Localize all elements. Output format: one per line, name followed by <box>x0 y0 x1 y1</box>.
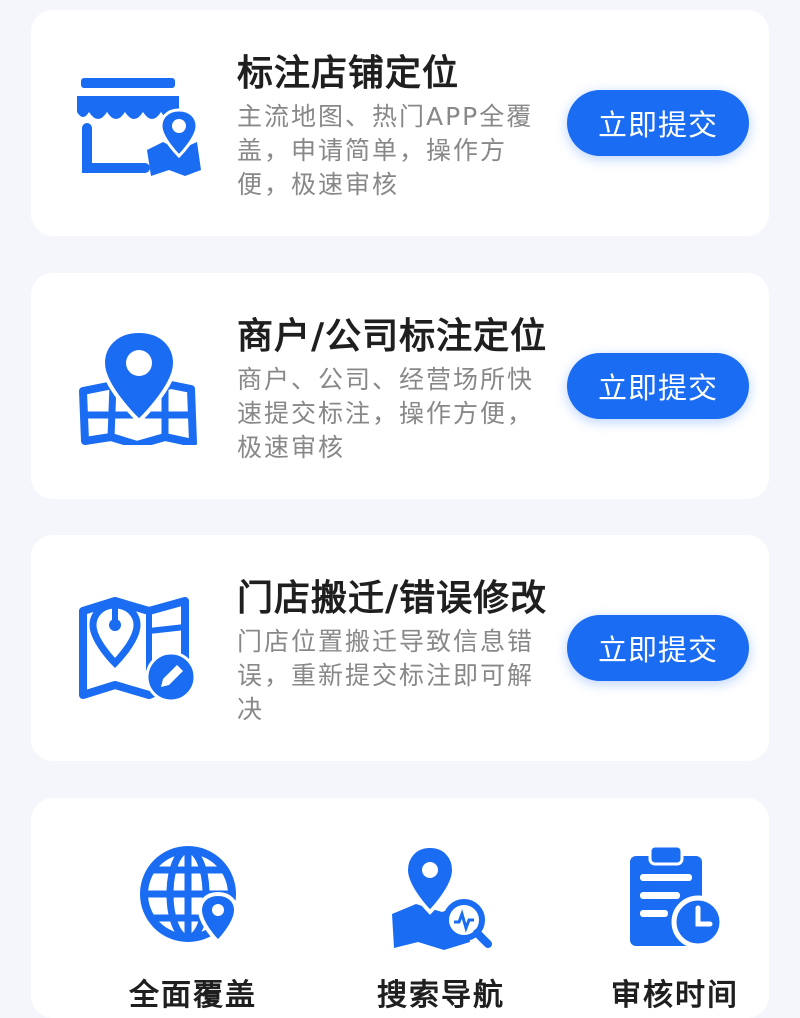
storefront-location-icon <box>75 66 205 182</box>
map-pin-icon <box>75 329 205 445</box>
globe-location-icon <box>138 842 248 952</box>
service-card-merchant-location: 商户/公司标注定位 商户、公司、经营场所快速提交标注，操作方便，极速审核 立即提… <box>31 273 769 499</box>
service-card-store-location: 标注店铺定位 主流地图、热门APP全覆盖，申请简单，操作方便，极速审核 立即提交 <box>31 10 769 236</box>
card-description: 门店位置搬迁导致信息错误，重新提交标注即可解决 <box>237 627 535 724</box>
card-description: 主流地图、热门APP全覆盖，申请简单，操作方便，极速审核 <box>237 102 534 199</box>
feature-review-time: 审核时间 <box>575 842 775 1014</box>
service-card-relocation-fix: 门店搬迁/错误修改 门店位置搬迁导致信息错误，重新提交标注即可解决 立即提交 <box>31 535 769 761</box>
features-card: 全面覆盖 搜索导航 审核时间 <box>31 798 769 1018</box>
submit-button-store-location[interactable]: 立即提交 <box>567 90 749 156</box>
card-title: 商户/公司标注定位 <box>237 316 548 357</box>
feature-label: 全面覆盖 <box>129 978 257 1013</box>
card-title: 标注店铺定位 <box>237 53 460 94</box>
map-edit-icon <box>75 591 205 707</box>
submit-button-merchant-location[interactable]: 立即提交 <box>567 353 749 419</box>
feature-label: 审核时间 <box>611 978 739 1013</box>
card-title: 门店搬迁/错误修改 <box>237 578 548 619</box>
submit-button-relocation-fix[interactable]: 立即提交 <box>567 615 749 681</box>
feature-full-coverage: 全面覆盖 <box>93 842 293 1014</box>
card-description: 商户、公司、经营场所快速提交标注，操作方便，极速审核 <box>237 365 535 462</box>
map-search-icon <box>386 842 496 952</box>
clipboard-clock-icon <box>620 842 730 952</box>
feature-search-navigation: 搜索导航 <box>341 842 541 1014</box>
feature-label: 搜索导航 <box>377 978 505 1013</box>
